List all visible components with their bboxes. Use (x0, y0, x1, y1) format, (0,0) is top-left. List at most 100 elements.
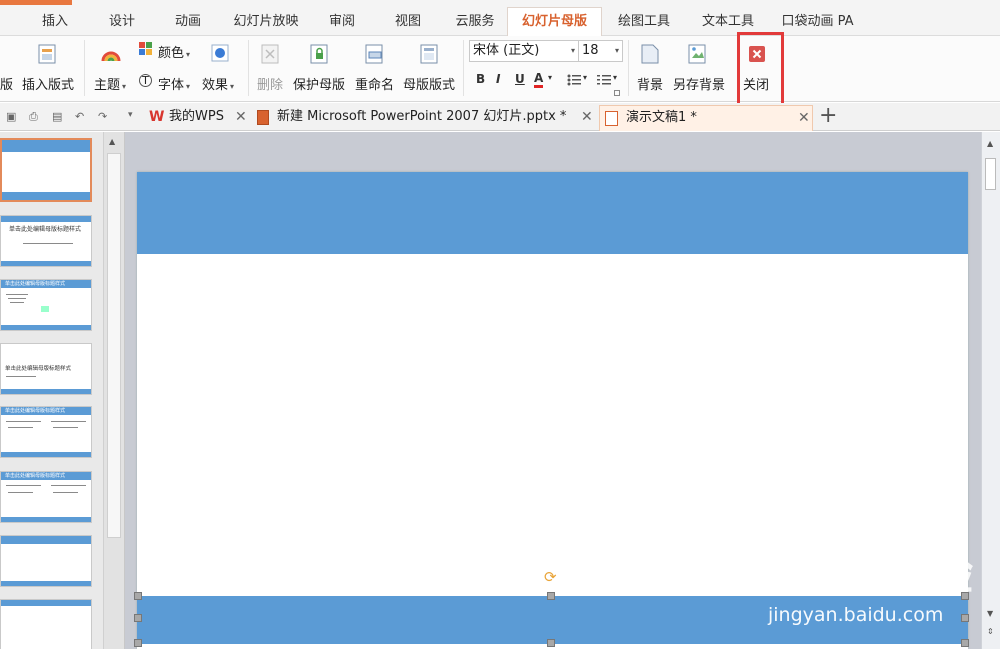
resize-handle-middle-right[interactable] (961, 614, 969, 622)
thumbnail-title-text: 单击此处编辑母版标题样式 (5, 408, 66, 414)
scroll-down-arrow-icon[interactable]: ▼ (987, 609, 993, 618)
slide-thumbnail-title-only[interactable] (0, 535, 92, 587)
doc-tab-label: 演示文稿1 * (626, 110, 697, 125)
doc-tab-presentation1[interactable]: 演示文稿1 * ✕ (599, 105, 813, 131)
font-size-select[interactable]: 18 ▾ (578, 40, 623, 62)
font-icon: T (139, 74, 152, 87)
bold-button[interactable]: B (476, 72, 485, 86)
slide-thumbnail-section-header[interactable]: 单击此处编辑母版标题样式 (0, 343, 92, 395)
baidu-jingyan-watermark-url: jingyan.baidu.com (768, 604, 944, 626)
print-icon[interactable]: ⎙ (29, 110, 38, 124)
slide-thumbnail-two-content[interactable]: 单击此处编辑母版标题样式 (0, 406, 92, 458)
delete-master-icon (261, 44, 279, 64)
wps-icon: W (149, 109, 165, 125)
numbered-list-dropdown-icon[interactable]: ▾ (613, 73, 617, 82)
baidu-jingyan-watermark-logo: Baidu经验 (738, 549, 975, 600)
bullet-list-icon[interactable] (567, 74, 581, 86)
save-background-icon (688, 44, 706, 64)
effect-button[interactable]: 效果 ▾ (202, 74, 234, 93)
tab-drawing-tools[interactable]: 绘图工具 (616, 8, 672, 36)
protect-master-button[interactable]: 保护母版 (293, 74, 345, 93)
thumbnail-title-text: 单击此处编辑母版标题样式 (5, 366, 72, 372)
slide-thumbnail-content-layout[interactable]: 单击此处编辑母版标题样式 (0, 279, 92, 331)
insert-master-label-partial[interactable]: 版 (0, 74, 13, 93)
ribbon-separator (628, 40, 629, 96)
resize-handle-bottom-center[interactable] (547, 639, 555, 647)
scroll-up-arrow-icon[interactable]: ▲ (109, 137, 115, 146)
quick-access-dropdown-icon[interactable]: ▾ (128, 110, 133, 120)
resize-handle-bottom-right[interactable] (961, 639, 969, 647)
resize-handle-top-left[interactable] (134, 592, 142, 600)
print-preview-icon[interactable]: ▤ (52, 110, 62, 123)
effect-icon (211, 44, 229, 62)
tab-pocket-animation[interactable]: 口袋动画 PA (780, 8, 855, 36)
tab-slide-master[interactable]: 幻灯片母版 (507, 7, 602, 37)
redo-icon[interactable]: ↷ (98, 110, 107, 123)
font-color-button[interactable]: A (534, 71, 544, 88)
font-button[interactable]: 字体 ▾ (158, 74, 190, 93)
thumbnail-title-text: 单击此处编辑母版标题样式 (9, 226, 82, 233)
close-tab-icon[interactable]: ✕ (235, 105, 247, 129)
font-name-select[interactable]: 宋体 (正文) ▾ (469, 40, 579, 62)
scroll-up-arrow-icon[interactable]: ▲ (987, 139, 993, 148)
ribbon-separator (84, 40, 85, 96)
new-doc-icon[interactable]: ▣ (6, 110, 16, 123)
document-tab-bar: ▣ ⎙ ▤ ↶ ↷ ▾ W 我的WPS ✕ 新建 Microsoft Power… (0, 103, 1000, 131)
resize-handle-bottom-left[interactable] (134, 639, 142, 647)
slide-thumbnail-title-layout[interactable]: 单击此处编辑母版标题样式 (0, 215, 92, 267)
presentation-file-icon (605, 111, 618, 126)
font-color-dropdown-icon[interactable]: ▾ (548, 73, 552, 82)
tab-review[interactable]: 审阅 (327, 8, 357, 36)
canvas-vertical-scrollbar[interactable]: ▲ ▼ ⇕ (981, 132, 1000, 649)
resize-handle-top-center[interactable] (547, 592, 555, 600)
color-button[interactable]: 颜色 ▾ (158, 42, 190, 61)
slide-thumbnail-master[interactable] (0, 138, 92, 202)
page-jump-icon[interactable]: ⇕ (987, 627, 994, 636)
doc-tab-pptx[interactable]: 新建 Microsoft PowerPoint 2007 幻灯片.pptx * … (253, 105, 597, 131)
slide-thumbnail-comparison[interactable]: 单击此处编辑母版标题样式 (0, 471, 92, 523)
background-button[interactable]: 背景 (637, 74, 663, 93)
thumbnail-title-text: 单击此处编辑母版标题样式 (5, 473, 66, 479)
italic-button[interactable]: I (496, 72, 500, 86)
thumbnail-title-text: 单击此处编辑母版标题样式 (5, 281, 66, 287)
slide-title-bar-shape[interactable] (137, 172, 968, 254)
tab-cloud-service[interactable]: 云服务 (454, 8, 496, 36)
insert-layout-icon (38, 44, 56, 64)
new-tab-plus-icon[interactable]: + (819, 103, 837, 129)
app-accent-line (0, 0, 72, 5)
resize-handle-middle-left[interactable] (134, 614, 142, 622)
canvas-scroll-thumb[interactable] (985, 158, 996, 190)
numbered-list-icon[interactable] (597, 74, 611, 86)
doc-tab-my-wps[interactable]: W 我的WPS ✕ (145, 105, 251, 131)
close-tab-icon[interactable]: ✕ (798, 106, 810, 130)
tab-slideshow[interactable]: 幻灯片放映 (231, 8, 301, 36)
thumbnail-scroll-thumb[interactable] (107, 153, 121, 538)
background-icon (641, 44, 659, 64)
master-layout-icon (420, 44, 438, 64)
ribbon-separator (248, 40, 249, 96)
delete-button[interactable]: 删除 (257, 74, 283, 93)
save-background-button[interactable]: 另存背景 (673, 74, 725, 93)
ribbon-toolbar: 版 插入版式 主题 ▾ 颜色 ▾ T 字体 ▾ 效果 ▾ 删除 保护母版 重命名 母版版… (0, 36, 1000, 102)
master-layout-button[interactable]: 母版版式 (403, 74, 455, 93)
theme-button[interactable]: 主题 ▾ (94, 74, 126, 93)
ribbon-tab-bar: 插入 设计 动画 幻灯片放映 审阅 视图 云服务 幻灯片母版 绘图工具 文本工具… (0, 0, 1000, 37)
undo-icon[interactable]: ↶ (75, 110, 84, 123)
tab-animation[interactable]: 动画 (173, 8, 203, 36)
slide-thumbnail-panel: 单击此处编辑母版标题样式 单击此处编辑母版标题样式 单击此处编辑母版标题样式 单… (0, 132, 103, 649)
tab-design[interactable]: 设计 (107, 8, 137, 36)
ribbon-separator (463, 40, 464, 96)
protect-master-icon (310, 44, 328, 64)
tab-insert[interactable]: 插入 (40, 8, 70, 36)
slide-thumbnail-blank[interactable] (0, 599, 92, 649)
doc-tab-label: 我的WPS (169, 109, 224, 124)
rename-button[interactable]: 重命名 (355, 74, 394, 93)
underline-button[interactable]: U (515, 72, 525, 86)
tab-view[interactable]: 视图 (393, 8, 423, 36)
pptx-file-icon (257, 110, 269, 125)
insert-layout-button[interactable]: 插入版式 (22, 74, 74, 93)
font-dialog-launcher-icon[interactable] (614, 90, 620, 96)
close-tab-icon[interactable]: ✕ (581, 105, 593, 129)
bullet-list-dropdown-icon[interactable]: ▾ (583, 73, 587, 82)
rotate-handle-icon[interactable]: ⟳ (544, 569, 560, 585)
